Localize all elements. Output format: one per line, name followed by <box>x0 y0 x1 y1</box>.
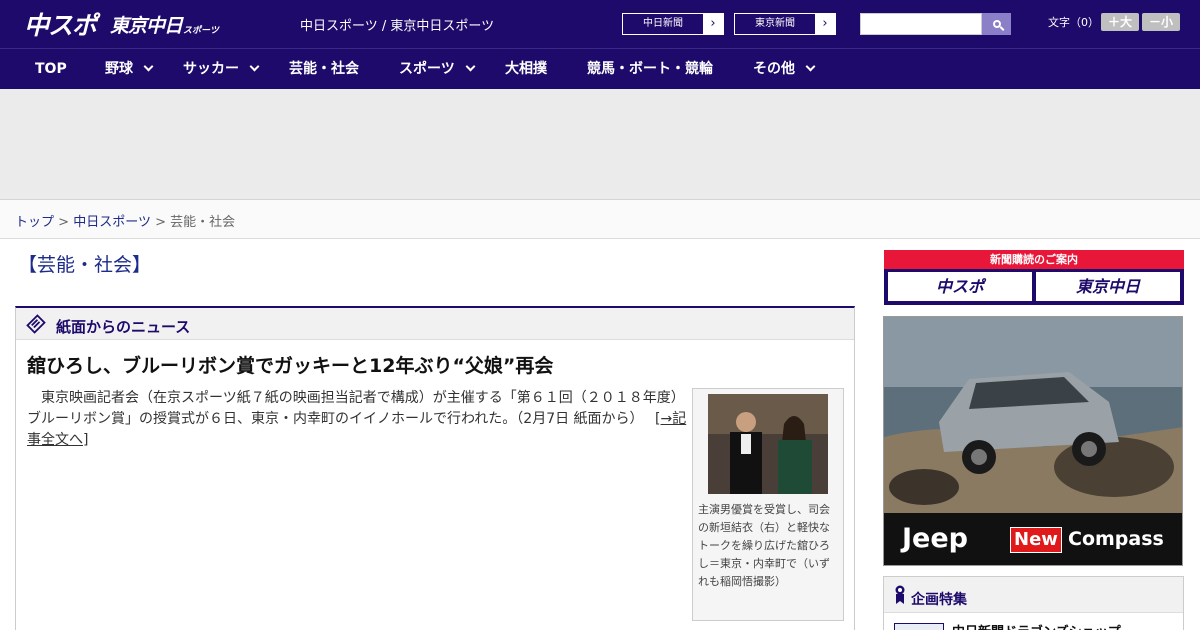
breadcrumb-separator: > <box>155 215 166 230</box>
feature-item-label: 中日新聞ドラゴンズショップ <box>952 621 1121 630</box>
breadcrumb-current: 芸能・社会 <box>170 215 236 230</box>
search-input[interactable] <box>860 13 982 35</box>
nav-item-soccer[interactable]: サッカー <box>183 49 260 90</box>
breadcrumb-separator: > <box>58 215 70 230</box>
logo-sports-small: スポーツ <box>183 25 219 36</box>
news-panel: 紙面からのニュース 舘ひろし、ブルーリボン賞でガッキーと12年ぶり“父娘”再会 … <box>15 306 855 630</box>
breadcrumb-home[interactable]: トップ <box>15 215 54 230</box>
article-headline[interactable]: 舘ひろし、ブルーリボン賞でガッキーと12年ぶり“父娘”再会 <box>27 351 553 378</box>
nav-item-sports[interactable]: スポーツ <box>399 49 476 90</box>
news-panel-header: 紙面からのニュース <box>16 308 854 340</box>
search-button[interactable] <box>982 13 1011 35</box>
nav-item-racing[interactable]: 競馬・ボート・競輪 <box>587 49 713 90</box>
search-icon <box>992 20 1001 28</box>
chevron-down-icon <box>465 61 476 72</box>
chevron-down-icon <box>249 61 260 72</box>
photo-illustration <box>708 394 828 494</box>
car-ad-image <box>884 317 1182 515</box>
chevron-right-icon: › <box>703 14 723 34</box>
breadcrumb-section[interactable]: 中日スポーツ <box>73 215 151 230</box>
newspaper-icon <box>26 314 46 334</box>
chunichi-shimbun-link[interactable]: 中日新聞 › <box>622 13 724 35</box>
logo-chuspo: 中スポ <box>24 11 97 40</box>
feature-item[interactable]: 中日新聞ドラゴンズショップ <box>894 621 1121 630</box>
subscription-title: 新聞購読のご案内 <box>884 250 1184 269</box>
nav-item-baseball[interactable]: 野球 <box>105 49 154 90</box>
subscribe-chuspo-button[interactable]: 中スポ <box>888 272 1032 301</box>
font-smaller-button[interactable]: －小 <box>1142 13 1180 31</box>
chevron-down-icon <box>805 61 816 72</box>
article-photo-box: 主演男優賞を受賞し、司会の新垣結衣（右）と軽快なトークを繰り広げた舘ひろし＝東京… <box>692 388 844 621</box>
ad-model: Compass <box>1068 528 1164 550</box>
feature-panel-header: 企画特集 <box>884 577 1183 613</box>
nav-item-entertainment[interactable]: 芸能・社会 <box>289 49 359 90</box>
ribbon-icon <box>895 585 905 604</box>
ad-brand: Jeep <box>902 523 968 554</box>
chevron-right-icon: › <box>815 14 835 34</box>
nav-item-sumo[interactable]: 大相撲 <box>505 49 547 90</box>
car-ad-footer: Jeep New Compass <box>884 513 1182 565</box>
page-title: 【芸能・社会】 <box>18 254 152 276</box>
font-size-label: 文字（0） <box>1048 16 1099 29</box>
car-advertisement[interactable]: Jeep New Compass <box>883 316 1183 566</box>
news-panel-title: 紙面からのニュース <box>56 318 191 336</box>
breadcrumb: トップ > 中日スポーツ > 芸能・社会 <box>0 200 1200 239</box>
main-nav: TOP 野球 サッカー 芸能・社会 スポーツ 大相撲 競馬・ボート・競輪 その他 <box>0 48 1200 89</box>
article-summary: 東京映画記者会（在京スポーツ紙７紙の映画担当記者で構成）が主催する「第６１回（２… <box>27 388 687 451</box>
tokyo-shimbun-link[interactable]: 東京新聞 › <box>734 13 836 35</box>
feature-panel: 企画特集 中日新聞ドラゴンズショップ <box>883 576 1184 630</box>
subscribe-tokyo-chunichi-button[interactable]: 東京中日 <box>1036 272 1180 301</box>
top-ad-area <box>0 89 1200 200</box>
article-body: 東京映画記者会（在京スポーツ紙７紙の映画担当記者で構成）が主催する「第６１回（２… <box>27 390 685 427</box>
chevron-down-icon <box>143 61 154 72</box>
logo-tokyo-chunichi: 東京中日 <box>110 14 183 37</box>
dragons-shop-thumbnail <box>894 622 944 630</box>
ad-new-badge: New <box>1010 527 1062 553</box>
site-header: 中スポ 東京中日 スポーツ 中日スポーツ / 東京中日スポーツ 中日新聞 › 東… <box>0 0 1200 48</box>
subscription-banner[interactable]: 新聞購読のご案内 中スポ 東京中日 <box>884 250 1184 305</box>
nav-item-other[interactable]: その他 <box>753 49 816 90</box>
photo-caption: 主演男優賞を受賞し、司会の新垣結衣（右）と軽快なトークを繰り広げた舘ひろし＝東京… <box>698 503 830 588</box>
site-logo[interactable]: 中スポ 東京中日 スポーツ <box>24 8 219 40</box>
font-larger-button[interactable]: ＋大 <box>1101 13 1139 31</box>
article-photo[interactable] <box>708 394 828 494</box>
nav-item-top[interactable]: TOP <box>35 49 67 90</box>
feature-panel-title: 企画特集 <box>911 592 967 608</box>
site-subtitle: 中日スポーツ / 東京中日スポーツ <box>300 19 495 34</box>
